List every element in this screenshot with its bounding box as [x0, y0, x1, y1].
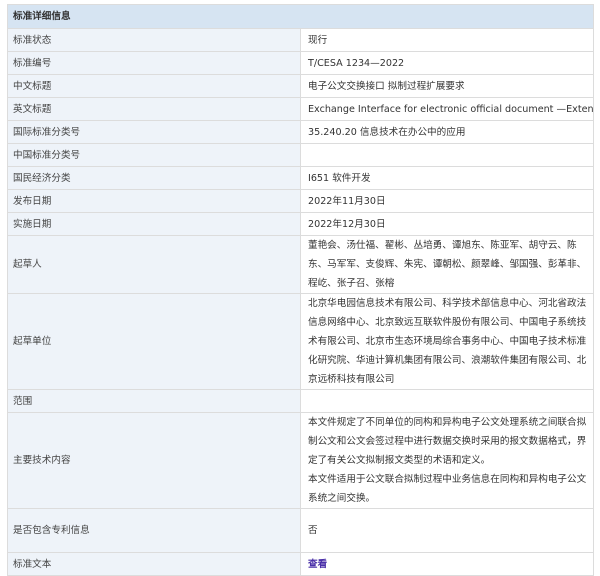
- table-row: 国民经济分类 I651 软件开发: [7, 166, 594, 190]
- value-patent-info: 否: [300, 508, 594, 553]
- table-row: 英文标题 Exchange Interface for electronic o…: [7, 97, 594, 121]
- value-chinese-title: 电子公文交换接口 拟制过程扩展要求: [300, 74, 594, 98]
- label-publish-date: 发布日期: [7, 189, 301, 213]
- value-drafting-units: 北京华电园信息技术有限公司、科学技术部信息中心、河北省政法信息网络中心、北京致远…: [300, 293, 594, 390]
- label-drafters: 起草人: [7, 235, 301, 294]
- table-row: 范围: [7, 389, 594, 413]
- value-ccs: [300, 143, 594, 167]
- table-row: 中国标准分类号: [7, 143, 594, 167]
- label-patent-info: 是否包含专利信息: [7, 508, 301, 553]
- label-english-title: 英文标题: [7, 97, 301, 121]
- table-row: 发布日期 2022年11月30日: [7, 189, 594, 213]
- value-main-content: 本文件规定了不同单位的同构和异构电子公文处理系统之间联合拟制公文和公文会签过程中…: [300, 412, 594, 509]
- table-header-title: 标准详细信息: [7, 4, 594, 29]
- label-standard-number: 标准编号: [7, 51, 301, 75]
- table-row: 中文标题 电子公文交换接口 拟制过程扩展要求: [7, 74, 594, 98]
- standard-detail-panel: 标准详细信息 标准状态 现行 标准编号 T/CESA 1234—2022 中文标…: [7, 4, 594, 576]
- table-row: 标准文本 查看: [7, 552, 594, 576]
- label-standard-text: 标准文本: [7, 552, 301, 576]
- label-ics: 国际标准分类号: [7, 120, 301, 144]
- table-row: 是否包含专利信息 否: [7, 508, 594, 553]
- label-drafting-units: 起草单位: [7, 293, 301, 390]
- value-english-title: Exchange Interface for electronic offici…: [300, 97, 594, 121]
- value-economic-class: I651 软件开发: [300, 166, 594, 190]
- table-row: 起草单位 北京华电园信息技术有限公司、科学技术部信息中心、河北省政法信息网络中心…: [7, 293, 594, 390]
- table-row: 标准编号 T/CESA 1234—2022: [7, 51, 594, 75]
- value-effective-date: 2022年12月30日: [300, 212, 594, 236]
- value-scope: [300, 389, 594, 413]
- label-effective-date: 实施日期: [7, 212, 301, 236]
- label-main-content: 主要技术内容: [7, 412, 301, 509]
- main-content-paragraph-1: 本文件规定了不同单位的同构和异构电子公文处理系统之间联合拟制公文和公文会签过程中…: [308, 417, 587, 466]
- table-row: 国际标准分类号 35.240.20 信息技术在办公中的应用: [7, 120, 594, 144]
- label-scope: 范围: [7, 389, 301, 413]
- value-status: 现行: [300, 28, 594, 52]
- label-economic-class: 国民经济分类: [7, 166, 301, 190]
- table-row: 起草人 董艳会、汤仕福、翟彬、丛培勇、谭旭东、陈亚军、胡守云、陈东、马军军、支俊…: [7, 235, 594, 294]
- value-drafters: 董艳会、汤仕福、翟彬、丛培勇、谭旭东、陈亚军、胡守云、陈东、马军军、支俊辉、朱宪…: [300, 235, 594, 294]
- table-row: 标准状态 现行: [7, 28, 594, 52]
- standard-detail-table: 标准详细信息 标准状态 现行 标准编号 T/CESA 1234—2022 中文标…: [7, 4, 594, 576]
- value-standard-text: 查看: [300, 552, 594, 576]
- table-row: 主要技术内容 本文件规定了不同单位的同构和异构电子公文处理系统之间联合拟制公文和…: [7, 412, 594, 509]
- table-row: 实施日期 2022年12月30日: [7, 212, 594, 236]
- value-standard-number: T/CESA 1234—2022: [300, 51, 594, 75]
- value-ics: 35.240.20 信息技术在办公中的应用: [300, 120, 594, 144]
- label-ccs: 中国标准分类号: [7, 143, 301, 167]
- label-status: 标准状态: [7, 28, 301, 52]
- value-publish-date: 2022年11月30日: [300, 189, 594, 213]
- main-content-paragraph-2: 本文件适用于公文联合拟制过程中业务信息在同构和异构电子公文系统之间交换。: [308, 474, 587, 504]
- label-chinese-title: 中文标题: [7, 74, 301, 98]
- view-standard-link[interactable]: 查看: [308, 559, 327, 570]
